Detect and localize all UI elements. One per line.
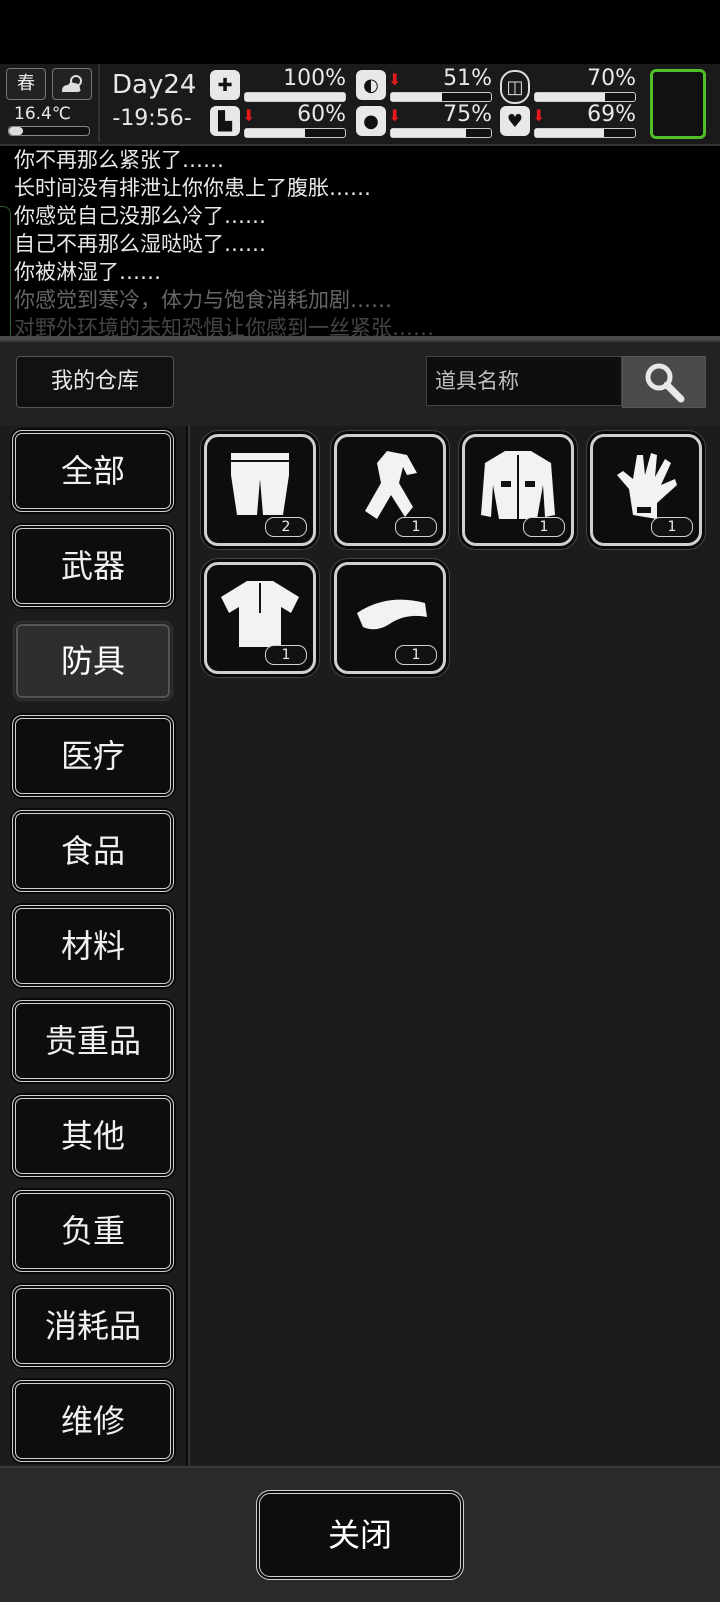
stamina-stat: ▙ ⬇ 60% bbox=[210, 102, 350, 140]
category-other[interactable]: 其他 bbox=[12, 1095, 174, 1177]
item-count: 1 bbox=[395, 517, 437, 537]
temperature-bar bbox=[8, 126, 90, 136]
log-line: 你被淋湿了…… bbox=[14, 260, 161, 284]
clock-time: -19:56- bbox=[112, 106, 192, 131]
decline-arrow-icon: ⬇ bbox=[388, 106, 402, 125]
item-slot[interactable]: 1 bbox=[462, 434, 574, 546]
bladder-stat: ◫ 70% bbox=[500, 66, 640, 104]
season-indicator: 春 bbox=[6, 68, 46, 100]
mood-stat: ♥ ⬇ 69% bbox=[500, 102, 640, 140]
item-count: 1 bbox=[265, 645, 307, 665]
category-all[interactable]: 全部 bbox=[12, 430, 174, 512]
category-weapons[interactable]: 武器 bbox=[12, 525, 174, 607]
day-counter: Day24 bbox=[112, 70, 197, 100]
search-icon bbox=[645, 363, 685, 403]
item-count: 1 bbox=[395, 645, 437, 665]
item-slot[interactable]: 2 bbox=[204, 434, 316, 546]
log-line: 自己不再那么湿哒哒了…… bbox=[14, 232, 266, 256]
pants-icon bbox=[231, 453, 289, 515]
decline-arrow-icon: ⬇ bbox=[388, 70, 402, 89]
search-input[interactable] bbox=[426, 356, 622, 406]
item-count: 2 bbox=[265, 517, 307, 537]
log-line: 你感觉到寒冷，体力与饱食消耗加剧…… bbox=[14, 288, 392, 312]
item-grid: 2 1 1 1 1 1 bbox=[188, 426, 720, 1466]
category-medical[interactable]: 医疗 bbox=[12, 715, 174, 797]
log-line: 你不再那么紧张了…… bbox=[14, 148, 224, 172]
bladder-icon: ◫ bbox=[500, 70, 530, 104]
medkit-icon: ✚ bbox=[210, 70, 240, 100]
thirst-stat: ● ⬇ 75% bbox=[356, 102, 496, 140]
category-armor[interactable]: 防具 bbox=[12, 620, 174, 702]
water-drop-icon: ● bbox=[356, 106, 386, 136]
item-slot[interactable]: 1 bbox=[334, 562, 446, 674]
category-repair[interactable]: 维修 bbox=[12, 1380, 174, 1462]
decline-arrow-icon: ⬇ bbox=[242, 106, 256, 125]
divider bbox=[98, 64, 100, 142]
item-count: 1 bbox=[523, 517, 565, 537]
warehouse-header: 我的仓库 bbox=[0, 340, 720, 426]
glove-icon bbox=[617, 453, 677, 519]
heart-icon: ♥ bbox=[500, 106, 530, 136]
temperature-label: 16.4℃ bbox=[14, 104, 71, 124]
category-food[interactable]: 食品 bbox=[12, 810, 174, 892]
category-carry[interactable]: 负重 bbox=[12, 1190, 174, 1272]
status-bar: 春 16.4℃ Day24 -19:56- ✚ 100% ◐ ⬇ 51% ◫ 7… bbox=[0, 64, 720, 146]
log-line: 对野外环境的未知恐惧让你感到一丝紧张…… bbox=[14, 316, 434, 336]
footer-bar: 关闭 bbox=[0, 1466, 720, 1602]
visor-cap-icon bbox=[357, 599, 427, 630]
item-slot[interactable]: 1 bbox=[204, 562, 316, 674]
hunger-stat: ◐ ⬇ 51% bbox=[356, 66, 496, 104]
search-button[interactable] bbox=[622, 356, 706, 408]
category-sidebar: 全部 武器 防具 医疗 食品 材料 贵重品 其他 负重 消耗品 维修 bbox=[0, 426, 186, 1466]
item-count: 1 bbox=[651, 517, 693, 537]
boot-icon: ▙ bbox=[210, 106, 240, 136]
tracksuit-icon bbox=[365, 451, 417, 519]
category-materials[interactable]: 材料 bbox=[12, 905, 174, 987]
item-slot[interactable]: 1 bbox=[590, 434, 702, 546]
log-line: 你感觉自己没那么冷了…… bbox=[14, 204, 266, 228]
category-valuables[interactable]: 贵重品 bbox=[12, 1000, 174, 1082]
page-title: 我的仓库 bbox=[16, 356, 174, 408]
weather-icon bbox=[52, 68, 92, 100]
shirt-icon bbox=[221, 581, 299, 647]
stomach-icon: ◐ bbox=[356, 70, 386, 100]
close-button[interactable]: 关闭 bbox=[256, 1490, 464, 1580]
equipped-slot[interactable] bbox=[650, 69, 706, 139]
item-slot[interactable]: 1 bbox=[334, 434, 446, 546]
message-log: 你不再那么紧张了…… 长时间没有排泄让你你患上了腹胀…… 你感觉自己没那么冷了…… bbox=[0, 146, 720, 336]
jacket-icon bbox=[481, 451, 555, 519]
decline-arrow-icon: ⬇ bbox=[532, 106, 546, 125]
health-stat: ✚ 100% bbox=[210, 66, 350, 104]
log-line: 长时间没有排泄让你你患上了腹胀…… bbox=[14, 176, 371, 200]
top-black-area bbox=[0, 0, 720, 64]
category-consumables[interactable]: 消耗品 bbox=[12, 1285, 174, 1367]
